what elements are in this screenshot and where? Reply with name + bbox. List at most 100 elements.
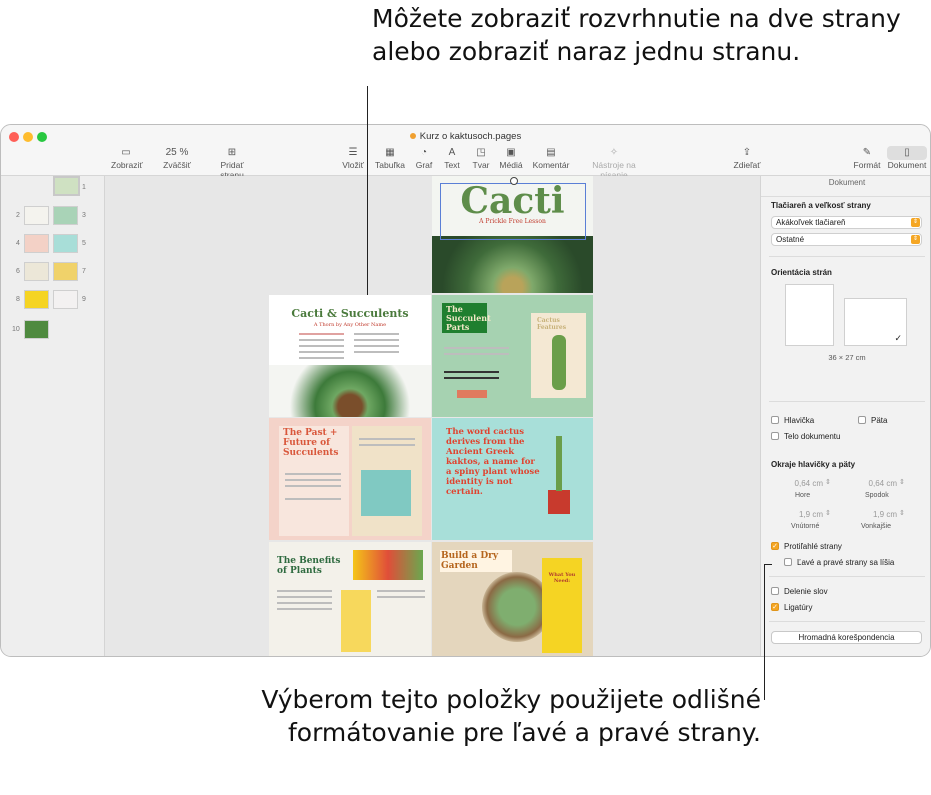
- page-thumbnail[interactable]: [24, 290, 49, 309]
- stepper-icon[interactable]: ⇕: [825, 478, 831, 486]
- stepper-icon[interactable]: ⇕: [899, 478, 905, 486]
- table-icon: ▦: [385, 147, 395, 158]
- stepper-icon[interactable]: ⇕: [825, 509, 831, 517]
- page-thumbnail[interactable]: [53, 206, 78, 225]
- add-page-button[interactable]: ⊞ Pridať stranu: [209, 146, 255, 180]
- body-text: [444, 377, 499, 379]
- text-box-icon: A: [448, 147, 456, 158]
- page-4[interactable]: The Past + Future of Succulents: [269, 418, 431, 540]
- body-text: [354, 339, 399, 341]
- page-thumbnails-sidebar: 1 2 3 4 5 6 7 8 9 10: [1, 176, 105, 656]
- page-thumbnail[interactable]: [53, 262, 78, 281]
- writing-tools-button[interactable]: ✧ Nástroje na písanie: [579, 146, 649, 180]
- body-checkbox[interactable]: [771, 432, 779, 440]
- text-label: Text: [444, 160, 460, 170]
- landscape-orientation-option[interactable]: ✓: [844, 298, 907, 346]
- chart-button[interactable]: ◔ Graf: [413, 146, 435, 170]
- page-6[interactable]: The Benefits of Plants: [269, 542, 431, 656]
- share-button[interactable]: ⇪ Zdieľať: [732, 146, 762, 170]
- comment-button[interactable]: ▤ Komentár: [532, 146, 570, 170]
- zoom-button[interactable]: 25 % Zväčšiť: [159, 146, 195, 170]
- body-text: [277, 590, 332, 592]
- chevron-updown-icon: ⇕: [911, 235, 920, 244]
- top-margin-field[interactable]: 0,64 cm: [783, 479, 823, 491]
- document-canvas[interactable]: Cacti A Prickle Free Lesson Cacti & Succ…: [105, 176, 760, 656]
- table-button[interactable]: ▦ Tabuľka: [375, 146, 405, 170]
- media-button[interactable]: ▣ Médiá: [498, 146, 524, 170]
- page-5[interactable]: The word cactus derives from the Ancient…: [432, 418, 593, 540]
- zoom-value: 25 %: [165, 147, 189, 158]
- callout-line-bottom: [764, 564, 765, 700]
- facing-pages-checkbox[interactable]: ✓: [771, 542, 779, 550]
- body-text: [354, 333, 399, 335]
- document-button[interactable]: ▯ Dokument: [887, 146, 927, 170]
- page-thumbnail[interactable]: [24, 206, 49, 225]
- printer-select[interactable]: Akákoľvek tlačiareň ⇕: [771, 216, 922, 229]
- bottom-margin-field[interactable]: 0,64 cm: [857, 479, 897, 491]
- outside-margin-field[interactable]: 1,9 cm: [857, 510, 897, 522]
- page-thumbnail[interactable]: [24, 320, 49, 339]
- page-thumbnail[interactable]: [53, 290, 78, 309]
- paper-size-select[interactable]: Ostatné ⇕: [771, 233, 922, 246]
- page-number: 9: [82, 296, 86, 303]
- body-text: [299, 357, 344, 359]
- top-margin-label: Hore: [795, 492, 811, 499]
- paintbrush-icon: ✎: [862, 147, 872, 158]
- divider: [769, 621, 925, 622]
- shape-button[interactable]: ◳ Tvar: [470, 146, 492, 170]
- page-3[interactable]: The Succulent Parts Cactus Features: [432, 295, 593, 417]
- header-checkbox[interactable]: [771, 416, 779, 424]
- body-text: [377, 596, 425, 598]
- zoom-label: Zväčšiť: [163, 160, 191, 170]
- media-label: Médiá: [499, 160, 523, 170]
- view-button[interactable]: ▭ Zobraziť: [111, 146, 143, 170]
- page-number: 2: [16, 212, 20, 219]
- page-4-title: The Past + Future of Succulents: [283, 428, 339, 458]
- stepper-icon[interactable]: ⇕: [899, 509, 905, 517]
- inside-margin-field[interactable]: 1,9 cm: [783, 510, 823, 522]
- body-text: [354, 345, 399, 347]
- page-thumbnail[interactable]: [24, 234, 49, 253]
- body-text: [354, 351, 399, 353]
- cactus-photo: [432, 236, 593, 293]
- cactus-illustration: [556, 436, 562, 491]
- left-right-differ-checkbox[interactable]: [784, 558, 792, 566]
- page-thumbnail[interactable]: [53, 234, 78, 253]
- page-1-cover[interactable]: Cacti A Prickle Free Lesson: [432, 176, 593, 293]
- body-text: [444, 353, 509, 355]
- page-thumbnail[interactable]: [53, 176, 80, 196]
- body-text: [299, 333, 344, 335]
- rotate-handle[interactable]: [510, 177, 518, 185]
- page-7-card-title: What You Need:: [548, 572, 576, 584]
- ligatures-label: Ligatúry: [784, 603, 813, 612]
- cactus-icons: [457, 390, 487, 398]
- inspector-tab-document[interactable]: Dokument: [761, 176, 930, 197]
- insert-button[interactable]: ☰ Vložiť: [341, 146, 365, 170]
- body-text: [285, 485, 341, 487]
- page-2[interactable]: Cacti & Succulents A Thorn by Any Other …: [269, 295, 431, 417]
- plants-photo: [269, 365, 431, 417]
- body-text: [299, 339, 344, 341]
- body-text: [444, 371, 499, 373]
- callout-left-right-pages: Výberom tejto položky použijete odlišné …: [261, 685, 761, 747]
- text-button[interactable]: A Text: [441, 146, 463, 170]
- divider: [769, 576, 925, 577]
- footer-checkbox-label: Päta: [871, 416, 888, 425]
- document-label: Dokument: [887, 160, 927, 170]
- divider: [769, 401, 925, 402]
- margins-section-title: Okraje hlavičky a päty: [771, 460, 856, 469]
- page-number: 3: [82, 212, 86, 219]
- page-5-quote: The word cactus derives from the Ancient…: [446, 427, 540, 497]
- outside-margin-label: Vonkajšie: [861, 523, 891, 530]
- format-button[interactable]: ✎ Formát: [852, 146, 882, 170]
- page-7[interactable]: Build a Dry Garden What You Need:: [432, 542, 593, 656]
- header-checkbox-label: Hlavička: [784, 416, 815, 425]
- selection-box[interactable]: [440, 183, 586, 240]
- page-thumbnail[interactable]: [24, 262, 49, 281]
- document-inspector: Dokument Tlačiareň a veľkosť strany Akák…: [760, 176, 930, 656]
- mail-merge-button[interactable]: Hromadná korešpondencia: [771, 631, 922, 644]
- footer-checkbox[interactable]: [858, 416, 866, 424]
- ligatures-checkbox[interactable]: ✓: [771, 603, 779, 611]
- hyphenation-checkbox[interactable]: [771, 587, 779, 595]
- portrait-orientation-option[interactable]: [785, 284, 834, 346]
